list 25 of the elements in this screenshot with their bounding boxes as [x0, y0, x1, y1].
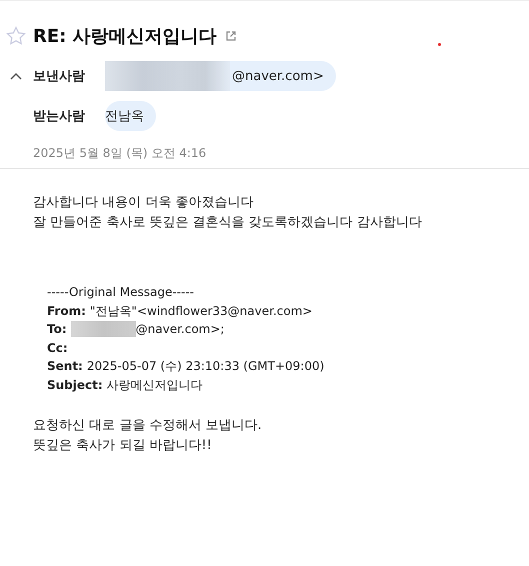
sender-label: 보낸사람 [33, 68, 86, 85]
redaction-blur [70, 321, 136, 338]
original-message-heading: -----Original Message----- [47, 284, 195, 301]
header-value: 사랑메신저입니다 [106, 376, 203, 394]
body-text: 감사합니다 내용이 더욱 좋아졌습니다 [33, 194, 254, 212]
recipient-label: 받는사람 [33, 108, 86, 125]
header-label: Subject: [47, 376, 103, 394]
status-dot [438, 43, 441, 46]
header-value: @naver.com>; [136, 321, 224, 338]
collapse-icon[interactable] [10, 72, 22, 80]
header-value: 2025-05-07 (수) 23:10:33 (GMT+09:00) [86, 358, 324, 375]
header-label: Cc: [47, 340, 68, 356]
email-subject: RE: 사랑메신저입니다 [33, 25, 217, 48]
recipient-chip[interactable]: 전남옥 [105, 101, 156, 131]
body-text: 요청하신 대로 글을 수정해서 보냅니다. [33, 417, 263, 435]
header-label: To: [47, 321, 67, 338]
header-value: "전남옥"<windflower33@naver.com> [90, 302, 312, 320]
external-link-icon[interactable] [224, 30, 237, 42]
sent-date: 2025년 5월 8일 (목) 오전 4:16 [33, 145, 208, 162]
body-text: 잘 만들어준 축사로 뜻깊은 결혼식을 갖도록하겠습니다 감사합니다 [33, 214, 423, 232]
body-text: 뜻깊은 축사가 되길 바랍니다!! [33, 437, 213, 455]
star-icon[interactable] [6, 26, 26, 46]
sender-chip[interactable]: @naver.com> [105, 61, 336, 91]
header-label: Sent: [47, 358, 83, 375]
header-label: From: [47, 302, 86, 320]
